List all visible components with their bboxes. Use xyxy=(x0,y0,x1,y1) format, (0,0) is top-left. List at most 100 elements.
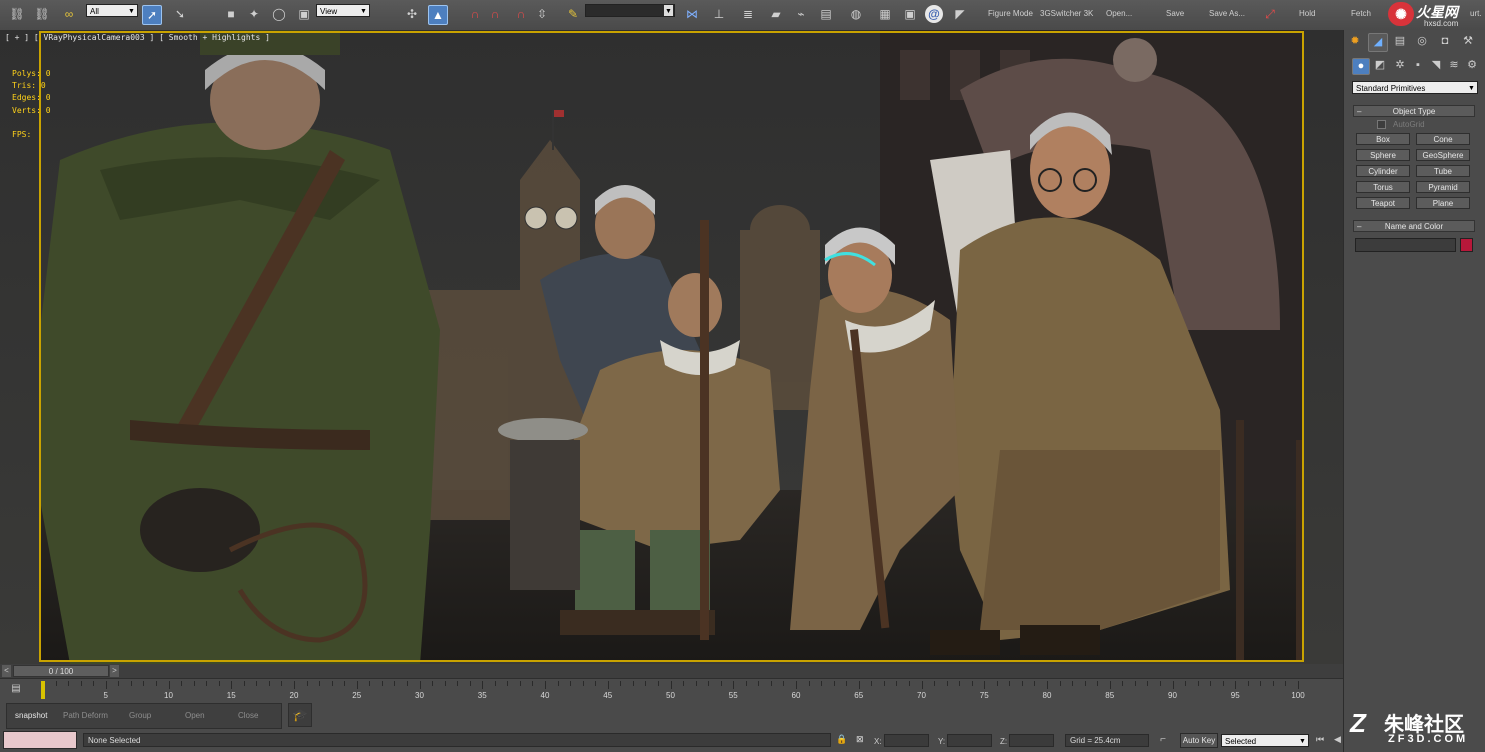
object-name-input[interactable] xyxy=(1355,238,1456,252)
category-dropdown[interactable]: Standard Primitives ▼ xyxy=(1352,81,1478,94)
plane-button[interactable]: Plane xyxy=(1416,197,1470,209)
layer-manager-icon[interactable]: ≣ xyxy=(739,5,757,23)
sphere-button[interactable]: Sphere xyxy=(1356,149,1410,161)
menu-open[interactable]: Open... xyxy=(1106,9,1132,18)
current-frame-marker[interactable] xyxy=(41,681,45,699)
helpers-icon[interactable]: ◥ xyxy=(1428,58,1444,73)
grid-text: Grid = 25.4cm xyxy=(1070,736,1121,745)
schematic-view-icon[interactable]: ▤ xyxy=(817,5,835,23)
hierarchy-tab-icon[interactable]: ▤ xyxy=(1391,33,1409,50)
menu-3gswitcher[interactable]: 3GSwitcher 3K xyxy=(1040,9,1093,18)
box-button[interactable]: Box xyxy=(1356,133,1410,145)
viewport-label[interactable]: [ + ] [ VRayPhysicalCamera003 ] [ Smooth… xyxy=(5,33,270,42)
track-bar[interactable]: ▤ 05101520253035404550556065707580859095… xyxy=(0,678,1343,701)
motion-tab-icon[interactable]: ◎ xyxy=(1413,33,1431,50)
lights-icon[interactable]: ✲ xyxy=(1392,58,1408,73)
shapes-icon[interactable]: ◩ xyxy=(1372,58,1388,73)
teapot-button[interactable]: Teapot xyxy=(1356,197,1410,209)
edit-named-selection-icon[interactable]: ✎ xyxy=(564,5,582,23)
systems-icon[interactable]: ⚙ xyxy=(1464,58,1480,73)
angle-snap-icon[interactable]: ∩ xyxy=(486,5,504,23)
modify-tab-icon[interactable]: ◢ xyxy=(1368,33,1388,52)
select-by-name-icon[interactable]: ➘ xyxy=(171,5,189,23)
graduation-cap-icon[interactable]: 🎓 xyxy=(288,703,312,727)
frame-tick xyxy=(720,681,722,686)
frame-tick-label: 60 xyxy=(791,691,801,700)
time-slider-thumb[interactable]: 0 / 100 xyxy=(13,665,109,677)
select-rotate-icon[interactable]: ▣ xyxy=(295,5,313,23)
previous-key-icon[interactable]: ◀ xyxy=(1334,734,1341,745)
window-crossing-icon[interactable]: ✦ xyxy=(245,5,263,23)
geometry-icon[interactable]: ● xyxy=(1352,58,1370,75)
create-tab-icon[interactable]: ✹ xyxy=(1346,33,1364,50)
rectangular-selection-icon[interactable]: ■ xyxy=(222,5,240,23)
align-icon[interactable]: ⊥ xyxy=(710,5,728,23)
lock-icon[interactable]: 🔒 xyxy=(836,734,847,745)
y-coordinate-input[interactable] xyxy=(947,734,992,747)
menu-save[interactable]: Save xyxy=(1166,9,1184,18)
material-editor-icon[interactable]: ◍ xyxy=(847,5,865,23)
close-tool[interactable]: Close xyxy=(238,711,258,720)
status-text: None Selected xyxy=(88,736,141,745)
object-color-swatch[interactable] xyxy=(1460,238,1473,252)
group-tool[interactable]: Group xyxy=(129,711,151,720)
name-and-color-rollout[interactable]: – Name and Color xyxy=(1353,220,1475,232)
frame-tick xyxy=(306,681,308,686)
x-coordinate-input[interactable] xyxy=(884,734,929,747)
selection-filter-value: All xyxy=(90,7,99,16)
rendered-frame-window-icon[interactable]: ▣ xyxy=(901,5,919,23)
link-icon[interactable]: ⛓ xyxy=(8,5,26,23)
display-tab-icon[interactable]: ◘ xyxy=(1436,33,1454,50)
cylinder-button[interactable]: Cylinder xyxy=(1356,165,1410,177)
unlink-icon[interactable]: ⛓ xyxy=(33,5,51,23)
selection-filter-dropdown[interactable]: All ▼ xyxy=(86,4,138,17)
curve-editor-icon[interactable]: ⌁ xyxy=(792,5,810,23)
snaps-toggle-icon[interactable]: ∩ xyxy=(466,5,484,23)
menu-save-as[interactable]: Save As... xyxy=(1209,9,1245,18)
go-to-start-icon[interactable]: ⏮ xyxy=(1316,734,1324,745)
mirror-icon[interactable]: ⋈ xyxy=(683,5,701,23)
render-production-icon[interactable]: @ xyxy=(925,5,943,23)
hxsd-logo-icon: ✺ xyxy=(1388,2,1414,26)
open-tool[interactable]: Open xyxy=(185,711,205,720)
select-manipulate-icon[interactable]: ▲ xyxy=(428,5,448,25)
z-coordinate-input[interactable] xyxy=(1009,734,1054,747)
pivot-center-icon[interactable]: ✣ xyxy=(403,5,421,23)
time-slider-track[interactable]: < 0 / 100 > xyxy=(0,664,1343,678)
menu-overflow[interactable]: urt. xyxy=(1470,9,1482,18)
auto-key-button[interactable]: Auto Key xyxy=(1180,733,1218,748)
object-type-rollout[interactable]: – Object Type xyxy=(1353,105,1475,117)
select-move-icon[interactable]: ◯ xyxy=(270,5,288,23)
absolute-mode-icon[interactable]: ⊠ xyxy=(856,734,864,745)
reference-coordinate-dropdown[interactable]: View ▼ xyxy=(316,4,370,17)
cone-button[interactable]: Cone xyxy=(1416,133,1470,145)
render-iterative-icon[interactable]: ◤ xyxy=(951,5,969,23)
geosphere-button[interactable]: GeoSphere xyxy=(1416,149,1470,161)
select-object-icon[interactable]: ➚ xyxy=(142,5,162,25)
pyramid-button[interactable]: Pyramid xyxy=(1416,181,1470,193)
path-deform-tool[interactable]: Path Deform xyxy=(63,711,108,720)
space-warps-icon[interactable]: ≋ xyxy=(1446,58,1462,73)
transform-icon[interactable]: ⤢ xyxy=(1261,5,1279,23)
spinner-snap-icon[interactable]: ⇳ xyxy=(533,5,551,23)
menu-figure-mode[interactable]: Figure Mode xyxy=(988,9,1033,18)
next-frame-icon[interactable]: > xyxy=(110,665,119,677)
bind-space-warp-icon[interactable]: ∞ xyxy=(60,5,78,23)
maxscript-listener[interactable] xyxy=(3,731,77,749)
y-label: Y: xyxy=(938,737,946,746)
autogrid-checkbox[interactable] xyxy=(1377,120,1386,129)
set-key-icon[interactable]: ⌐ xyxy=(1152,734,1174,749)
percent-snap-icon[interactable]: ∩ xyxy=(512,5,530,23)
graphite-tools-icon[interactable]: ▰ xyxy=(767,5,785,23)
utilities-tab-icon[interactable]: ⚒ xyxy=(1459,33,1477,50)
cameras-icon[interactable]: ▪ xyxy=(1410,58,1426,73)
menu-hold[interactable]: Hold xyxy=(1299,9,1315,18)
torus-button[interactable]: Torus xyxy=(1356,181,1410,193)
previous-frame-icon[interactable]: < xyxy=(2,665,11,677)
render-setup-icon[interactable]: ▦ xyxy=(876,5,894,23)
named-selection-dropdown[interactable]: ▼ xyxy=(585,4,675,17)
snapshot-tool[interactable]: snapshot xyxy=(15,711,47,720)
key-filter-dropdown[interactable]: Selected ▼ xyxy=(1221,734,1309,747)
tube-button[interactable]: Tube xyxy=(1416,165,1470,177)
menu-fetch[interactable]: Fetch xyxy=(1351,9,1371,18)
